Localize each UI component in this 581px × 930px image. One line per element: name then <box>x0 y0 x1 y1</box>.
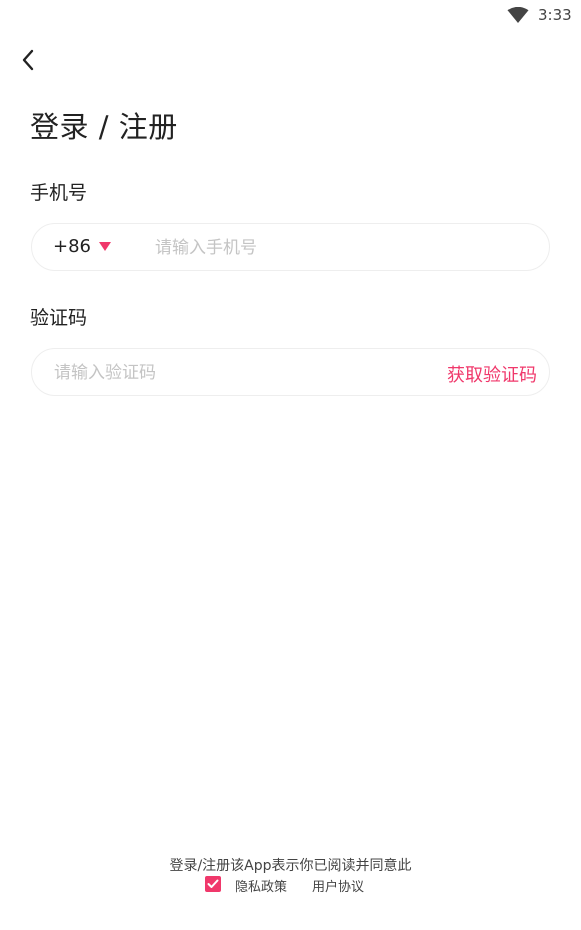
phone-input[interactable] <box>155 234 535 262</box>
verification-code-label: 验证码 <box>30 307 88 329</box>
privacy-policy-link[interactable]: 隐私政策 <box>235 876 287 895</box>
verification-code-input[interactable] <box>54 359 424 387</box>
phone-label: 手机号 <box>30 182 88 204</box>
user-agreement-link[interactable]: 用户协议 <box>312 876 364 895</box>
get-code-button[interactable]: 获取验证码 <box>447 361 537 387</box>
page-title: 登录 / 注册 <box>30 110 178 144</box>
caret-down-icon[interactable] <box>99 242 111 251</box>
chevron-left-icon <box>22 49 34 71</box>
country-code-selector[interactable]: +86 <box>53 236 91 257</box>
wifi-icon <box>507 7 529 23</box>
agreement-checkbox[interactable] <box>205 876 221 892</box>
agreement-text: 登录/注册该App表示你已阅读并同意此 <box>169 858 412 874</box>
back-button[interactable] <box>12 44 44 76</box>
checkmark-icon <box>207 879 219 888</box>
status-bar: 3:33 <box>0 0 581 32</box>
status-time: 3:33 <box>538 6 572 24</box>
